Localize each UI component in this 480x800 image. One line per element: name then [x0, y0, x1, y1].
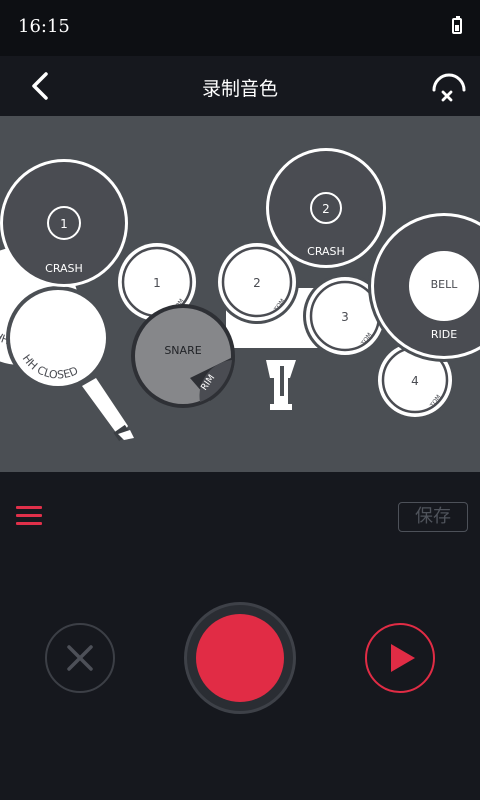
battery-icon — [452, 16, 462, 34]
page-title: 录制音色 — [201, 78, 278, 100]
menu-icon — [16, 506, 42, 509]
ride-bell-label: BELL — [431, 278, 459, 291]
save-button[interactable]: 保存 — [398, 502, 468, 532]
drum-stand-left — [82, 378, 134, 442]
top-bar: 录制音色 — [0, 56, 480, 116]
status-time: 16:15 — [18, 16, 70, 37]
crash-left-label: CRASH — [45, 262, 83, 275]
snare-pad[interactable]: SNARE RIM — [131, 304, 236, 408]
record-icon — [196, 614, 284, 702]
snare-label: SNARE — [164, 344, 201, 357]
record-button[interactable] — [184, 602, 296, 714]
drum-pad-area: HH OPEN HH CLOSED 1 CRASH 1 TOM — [0, 116, 480, 472]
play-icon — [391, 644, 415, 672]
close-icon — [67, 645, 93, 671]
tom-1-number: 1 — [153, 276, 161, 290]
crash-right-pad[interactable]: 2 CRASH — [266, 148, 386, 268]
crash-right-label: CRASH — [307, 245, 345, 258]
audio-close-button[interactable] — [428, 66, 470, 108]
audio-close-icon — [432, 73, 466, 102]
ride-pad[interactable]: BELL RIDE — [368, 210, 480, 362]
status-bar: 16:15 — [0, 0, 480, 56]
tom-2-number: 2 — [253, 276, 261, 290]
cancel-button[interactable] — [45, 623, 115, 693]
ride-label: RIDE — [431, 328, 457, 341]
crash-left-pad[interactable]: 1 CRASH — [0, 159, 128, 287]
play-button[interactable] — [365, 623, 435, 693]
crash-left-number: 1 — [60, 217, 68, 231]
tom-3-number: 3 — [341, 310, 349, 324]
crash-right-number: 2 — [322, 202, 330, 216]
hh-closed-pad[interactable]: HH CLOSED — [6, 286, 110, 390]
tom-4-number: 4 — [411, 374, 419, 388]
menu-button[interactable] — [16, 506, 42, 528]
